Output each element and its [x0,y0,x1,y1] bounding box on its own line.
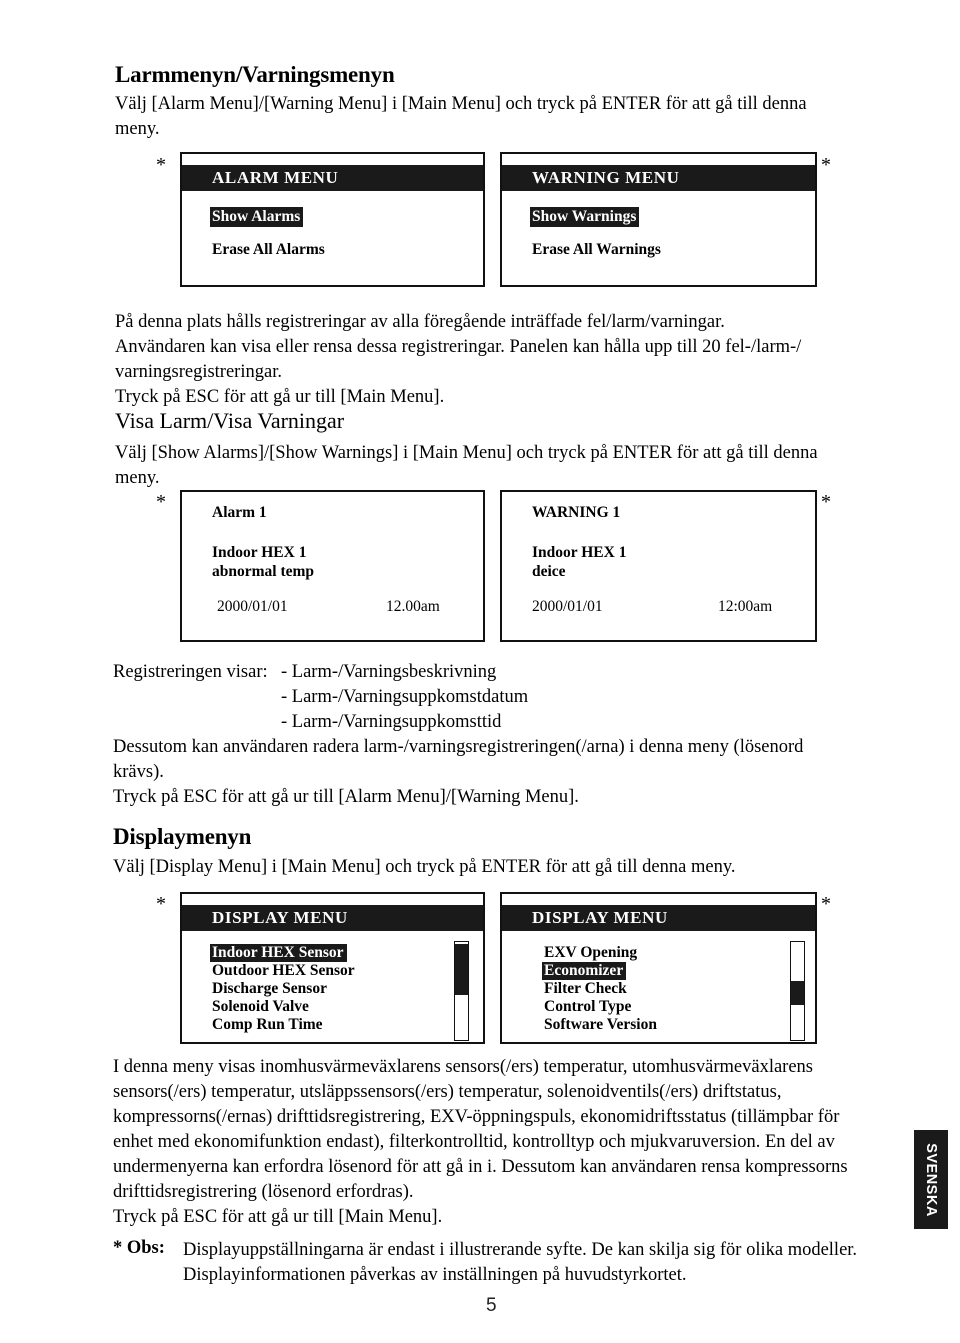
warning-record-time: 12:00am [718,598,773,615]
alarm-intro-line-1: Välj [Alarm Menu]/[Warning Menu] i [Main… [115,94,807,114]
asterisk-marker-alarm-right: * [821,154,831,176]
lcd-panel-warning-record: WARNING 1 Indoor HEX 1 deice 2000/01/01 … [500,490,817,642]
scrollbar-thumb[interactable] [791,981,804,1005]
note-label: * Obs: [113,1238,165,1258]
section-title-display-menu: Displaymenyn [113,824,252,849]
alarm-record-desc-line-2: abnormal temp [212,563,315,580]
alarm-body-line-3: varningsregistreringar. [115,362,282,382]
list-item-label: Comp Run Time [212,1016,323,1033]
lcd-title-text: DISPLAY MENU [212,908,348,927]
lcd-titlebar-warning-menu: WARNING MENU [502,165,815,191]
asterisk-marker-show-left: * [156,491,166,513]
list-item[interactable]: Software Version [542,1016,660,1034]
warning-record-desc-line-2: deice [532,563,566,580]
record-shows-item: - Larm-/Varningsuppkomstdatum [281,687,529,707]
lcd-titlebar-display-menu-right: DISPLAY MENU [502,905,815,931]
scrollbar-display-menu-left[interactable] [454,941,469,1041]
language-side-tab: SVENSKA [914,1130,948,1229]
menu-item-erase-all-warnings[interactable]: Erase All Warnings [532,241,661,259]
lcd-titlebar-display-menu-left: DISPLAY MENU [182,905,483,931]
warning-record-date: 2000/01/01 [532,598,603,615]
alarm-record-time: 12.00am [386,598,440,615]
show-body-line-1: Dessutom kan användaren radera larm-/var… [113,737,804,757]
lcd-titlebar-alarm-menu: ALARM MENU [182,165,483,191]
list-item-label: EXV Opening [544,944,638,961]
display-body-line-6: drifttidsregistrering (lösenord erfordra… [113,1182,414,1202]
list-item[interactable]: Economizer [542,962,660,980]
record-shows-item: - Larm-/Varningsbeskrivning [281,662,497,682]
list-item[interactable]: Comp Run Time [210,1016,358,1034]
display-menu-right-list: EXV Opening Economizer Filter Check Cont… [542,944,660,1034]
menu-item-erase-all-alarms[interactable]: Erase All Alarms [212,241,325,259]
menu-item-show-alarms[interactable]: Show Alarms [210,207,304,227]
alarm-body-line-4: Tryck på ESC för att gå ur till [Main Me… [115,387,445,407]
asterisk-marker-show-right: * [821,491,831,513]
display-body-line-7: Tryck på ESC för att gå ur till [Main Me… [113,1207,443,1227]
page-number: 5 [486,1295,497,1316]
display-intro-line-1: Välj [Display Menu] i [Main Menu] och tr… [113,857,736,877]
lcd-panel-warning-menu: WARNING MENU Show Warnings Erase All War… [500,152,817,287]
warning-record-title: WARNING 1 [532,504,621,521]
alarm-body-line-1: På denna plats hålls registreringar av a… [115,312,725,332]
scrollbar-display-menu-right[interactable] [790,941,805,1041]
asterisk-marker-display-left: * [156,893,166,915]
display-body-line-5: undermenyerna kan erfordra lösenord för … [113,1157,848,1177]
lcd-panel-alarm-menu: ALARM MENU Show Alarms Erase All Alarms [180,152,485,287]
list-item-label: Economizer [542,962,627,980]
list-item[interactable]: Control Type [542,998,660,1016]
lcd-title-text: ALARM MENU [212,168,339,187]
list-item[interactable]: EXV Opening [542,944,660,962]
show-intro-line-1: Välj [Show Alarms]/[Show Warnings] i [Ma… [115,443,818,463]
lcd-panel-display-menu-left: DISPLAY MENU Indoor HEX Sensor Outdoor H… [180,892,485,1044]
display-menu-left-list: Indoor HEX Sensor Outdoor HEX Sensor Dis… [210,944,358,1034]
display-body-line-4: enhet med ekonomifunktion endast), filte… [113,1132,835,1152]
alarm-record-title: Alarm 1 [212,504,267,521]
asterisk-marker-alarm-left: * [156,154,166,176]
section-title-show-alarms: Visa Larm/Visa Varningar [115,408,345,433]
scrollbar-thumb[interactable] [455,943,468,995]
display-body-line-3: kompressorns(/ernas) drifttidsregistreri… [113,1107,840,1127]
menu-item-show-warnings[interactable]: Show Warnings [530,207,640,227]
list-item[interactable]: Outdoor HEX Sensor [210,962,358,980]
lcd-panel-alarm-record: Alarm 1 Indoor HEX 1 abnormal temp 2000/… [180,490,485,642]
alarm-body-line-2: Användaren kan visa eller rensa dessa re… [115,337,802,357]
list-item-label: Filter Check [544,980,627,997]
record-shows-label: Registreringen visar: [113,662,268,682]
list-item[interactable]: Filter Check [542,980,660,998]
note-line-1: Displayuppställningarna är endast i illu… [183,1240,858,1260]
list-item[interactable]: Indoor HEX Sensor [210,944,358,962]
display-body-line-1: I denna meny visas inomhusvärmeväxlarens… [113,1057,813,1077]
show-body-line-2: krävs). [113,762,164,782]
alarm-intro-line-2: meny. [115,119,160,139]
list-item-label: Software Version [544,1016,657,1033]
list-item[interactable]: Solenoid Valve [210,998,358,1016]
asterisk-marker-display-right: * [821,893,831,915]
warning-record-desc-line-1: Indoor HEX 1 [532,544,627,561]
record-shows-item: - Larm-/Varningsuppkomsttid [281,712,502,732]
list-item-label: Indoor HEX Sensor [210,944,347,962]
manual-page: Larmmenyn/Varningsmenyn Välj [Alarm Menu… [0,0,960,1343]
display-body-line-2: sensors(/ers) temperatur, utsläppssensor… [113,1082,782,1102]
alarm-record-desc-line-1: Indoor HEX 1 [212,544,307,561]
list-item-label: Discharge Sensor [212,980,327,997]
language-side-tab-label: SVENSKA [923,1142,940,1217]
list-item[interactable]: Discharge Sensor [210,980,358,998]
lcd-title-text: DISPLAY MENU [532,908,668,927]
list-item-label: Solenoid Valve [212,998,309,1015]
page-title-alarm-menu: Larmmenyn/Varningsmenyn [115,62,395,87]
show-intro-line-2: meny. [115,468,160,488]
list-item-label: Outdoor HEX Sensor [212,962,355,979]
lcd-panel-display-menu-right: DISPLAY MENU EXV Opening Economizer Filt… [500,892,817,1044]
record-shows-list: - Larm-/Varningsbeskrivning - Larm-/Varn… [281,660,528,735]
show-body-line-3: Tryck på ESC för att gå ur till [Alarm M… [113,787,579,807]
alarm-record-date: 2000/01/01 [217,598,288,615]
lcd-title-text: WARNING MENU [532,168,680,187]
note-line-2: Displayinformationen påverkas av inställ… [183,1265,687,1285]
list-item-label: Control Type [544,998,632,1015]
